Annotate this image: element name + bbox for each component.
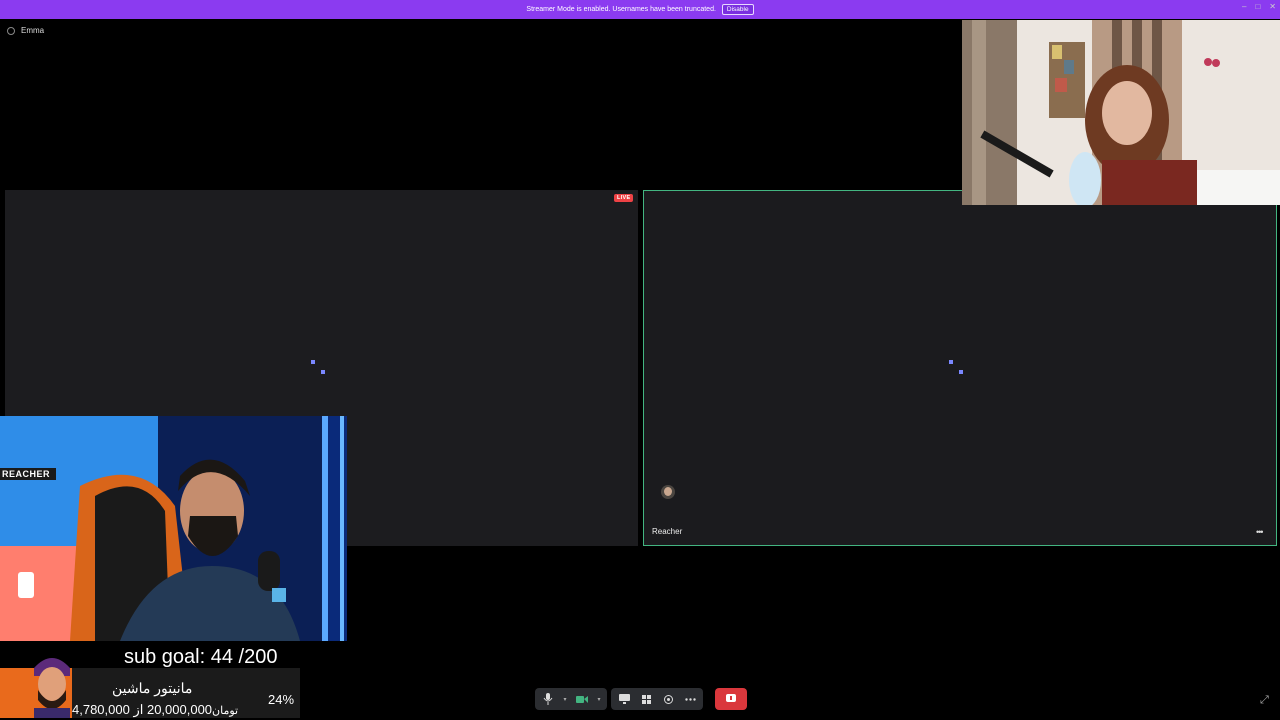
participant-name: Reacher xyxy=(652,527,683,536)
soundboard-icon[interactable] xyxy=(659,690,677,708)
sub-goal-amount: تومان20,000,000 از 4,780,000 xyxy=(72,702,238,718)
facecam-image xyxy=(962,20,1280,205)
more-icon[interactable] xyxy=(681,690,699,708)
streamer-name-overlay: REACHER xyxy=(0,468,57,480)
sub-goal-title: مانیتور ماشین xyxy=(112,680,193,696)
call-controls: ▾ ▾ xyxy=(535,688,747,710)
channel-name: Emma xyxy=(21,26,45,35)
goal-avatar-icon xyxy=(34,658,70,718)
loading-spinner-icon xyxy=(949,360,963,374)
facecam-overlay-left: REACHER xyxy=(0,416,347,641)
streamer-mode-text: Streamer Mode is enabled. Usernames have… xyxy=(526,6,716,13)
fullscreen-icon[interactable]: ⤢ xyxy=(1260,694,1269,707)
minimize-button[interactable]: – xyxy=(1242,2,1246,11)
activities-icon[interactable] xyxy=(637,690,655,708)
close-button[interactable]: ✕ xyxy=(1269,2,1276,11)
live-badge: LIVE xyxy=(614,194,634,202)
streamer-mode-banner: Streamer Mode is enabled. Usernames have… xyxy=(0,0,1280,19)
participant-tile[interactable] xyxy=(643,190,1277,546)
screen-share-icon[interactable] xyxy=(615,690,633,708)
facecam-overlay-right xyxy=(962,20,1280,205)
window-controls: – □ ✕ xyxy=(1242,2,1276,11)
mic-group: ▾ ▾ xyxy=(535,688,607,710)
loading-spinner-icon xyxy=(311,360,325,374)
disconnect-icon xyxy=(726,694,736,702)
more-options-button[interactable]: ••• xyxy=(1256,527,1264,537)
participant-avatar xyxy=(661,485,675,499)
sub-goal-percent: 24% xyxy=(268,692,295,707)
voice-channel-header: Emma xyxy=(7,26,44,35)
sub-goal-amount-text: 20,000,000 از 4,780,000 xyxy=(72,702,213,717)
actions-group xyxy=(611,688,703,710)
sub-goal-label: sub goal: 44 /200 xyxy=(124,646,278,668)
maximize-button[interactable]: □ xyxy=(1255,2,1260,11)
microphone-icon[interactable] xyxy=(539,690,557,708)
camera-icon[interactable] xyxy=(573,690,591,708)
channel-icon xyxy=(7,26,15,35)
sub-goal-currency: تومان xyxy=(212,705,239,717)
disable-streamer-mode-button[interactable]: Disable xyxy=(721,4,754,15)
streamer-cam-image xyxy=(0,416,347,641)
mic-options-chevron-down-icon[interactable]: ▾ xyxy=(561,690,569,708)
camera-options-chevron-down-icon[interactable]: ▾ xyxy=(595,690,603,708)
disconnect-button[interactable] xyxy=(715,688,747,710)
